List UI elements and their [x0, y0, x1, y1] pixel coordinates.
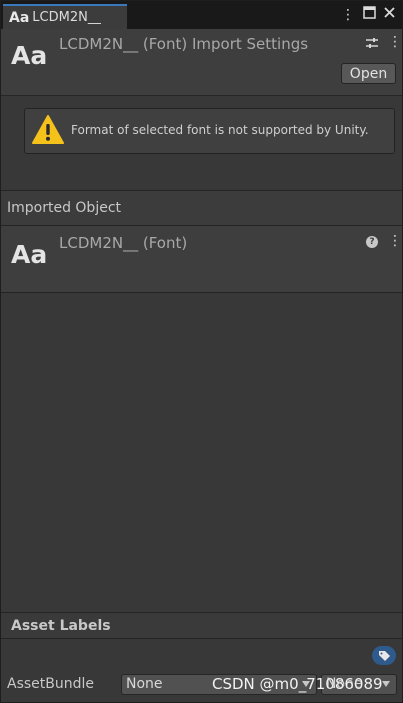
asset-bundle-value: None	[126, 676, 163, 692]
preset-settings-icon[interactable]	[365, 36, 379, 54]
close-icon[interactable]	[382, 6, 396, 22]
tab-inspector[interactable]: Aa LCDM2N__	[3, 4, 127, 29]
header-more-icon[interactable]: ⋮	[388, 34, 402, 50]
asset-labels-header: Asset Labels	[1, 612, 402, 639]
maximize-icon[interactable]	[362, 6, 376, 22]
help-box-warning: Format of selected font is not supported…	[24, 108, 395, 154]
watermark-text: CSDN @m0_71086089	[212, 675, 383, 693]
warning-section: Format of selected font is not supported…	[1, 96, 402, 191]
chevron-down-icon	[382, 681, 390, 687]
imported-object-title: LCDM2N__ (Font)	[59, 234, 188, 252]
font-asset-icon: Aa	[11, 240, 48, 269]
tab-label: LCDM2N__	[32, 10, 101, 25]
imported-more-icon[interactable]: ⋮	[388, 233, 402, 249]
imported-object-label: Imported Object	[7, 200, 122, 216]
label-tag-button[interactable]	[372, 646, 396, 665]
imported-object-row: Aa LCDM2N__ (Font) ? ⋮	[1, 226, 402, 293]
imported-object-header: Imported Object	[1, 191, 402, 226]
more-options-icon[interactable]: ⋮	[341, 7, 355, 23]
tag-icon	[379, 651, 390, 661]
asset-labels-title: Asset Labels	[11, 618, 111, 634]
inspector-window: Aa LCDM2N__ ⋮ Aa LCDM2N__ (Font) Import …	[0, 0, 403, 703]
import-settings-header: Aa LCDM2N__ (Font) Import Settings ⋮ Ope…	[1, 29, 402, 96]
open-button[interactable]: Open	[341, 63, 396, 84]
warning-message: Format of selected font is not supported…	[71, 123, 369, 137]
font-asset-icon: Aa	[11, 41, 48, 70]
tab-bar: Aa LCDM2N__ ⋮	[1, 1, 402, 29]
asset-bundle-label: AssetBundle	[7, 676, 95, 692]
page-title: LCDM2N__ (Font) Import Settings	[59, 35, 309, 53]
help-icon[interactable]: ?	[366, 236, 378, 248]
font-icon: Aa	[9, 9, 30, 26]
warning-icon	[32, 114, 64, 150]
